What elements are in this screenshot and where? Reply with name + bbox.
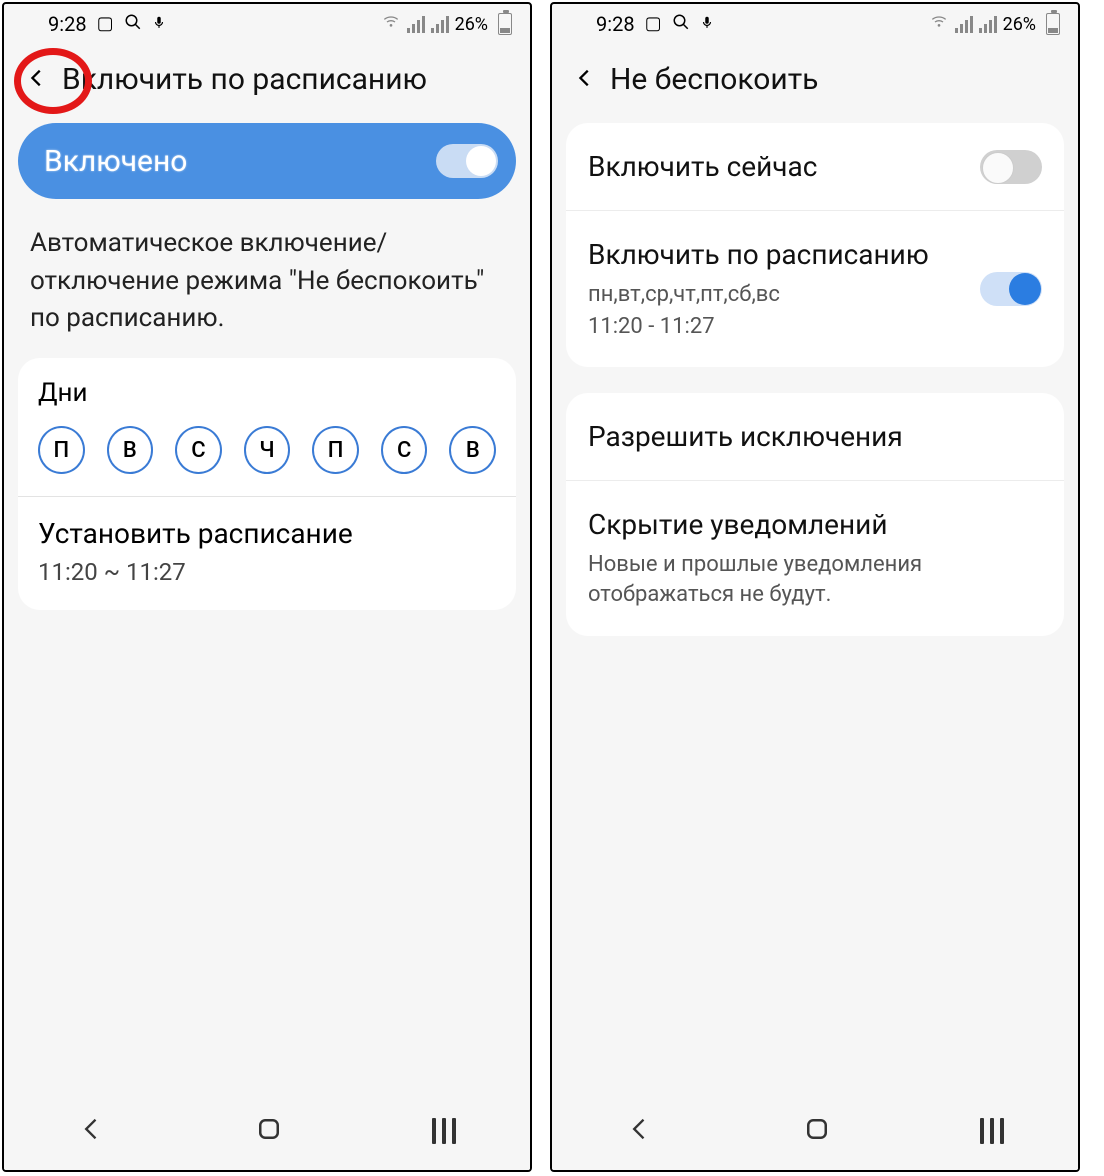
signal-icon: [407, 15, 425, 33]
status-time: 9:28: [596, 12, 635, 36]
days-label: Дни: [38, 378, 496, 408]
settings-card-2: Разрешить исключения Скрытие уведомлений…: [566, 393, 1064, 635]
nav-recents-button[interactable]: [432, 1118, 456, 1144]
battery-icon: [498, 13, 512, 35]
divider: [18, 496, 516, 497]
day-chip[interactable]: П: [312, 426, 359, 474]
row-sub-time: 11:20 - 11:27: [588, 312, 962, 342]
wifi-icon: [929, 14, 949, 34]
enabled-toggle-row[interactable]: Включено: [18, 123, 516, 199]
row-title: Включить по расписанию: [588, 237, 962, 272]
set-schedule-title[interactable]: Установить расписание: [38, 517, 496, 550]
app-header: Не беспокоить: [552, 44, 1078, 123]
row-sub: Новые и прошлые уведомления отображаться…: [588, 550, 1042, 609]
search-icon: [124, 13, 142, 35]
days-row: П В С Ч П С В: [38, 426, 496, 474]
day-chip[interactable]: С: [175, 426, 222, 474]
schedule-toggle[interactable]: [980, 272, 1042, 306]
status-bar: 9:28 ▢ 26%: [552, 4, 1078, 44]
nav-recents-button[interactable]: [980, 1118, 1004, 1144]
phone-left: 9:28 ▢ 26% Включить по расписанию Включе…: [2, 2, 532, 1172]
battery-pct: 26%: [1003, 14, 1036, 35]
row-hide-notifications[interactable]: Скрытие уведомлений Новые и прошлые увед…: [566, 480, 1064, 635]
day-chip[interactable]: С: [381, 426, 428, 474]
search-icon: [672, 13, 690, 35]
app-header: Включить по расписанию: [4, 44, 530, 123]
signal-icon-2: [431, 15, 449, 33]
row-title: Разрешить исключения: [588, 419, 1042, 454]
row-enable-schedule[interactable]: Включить по расписанию пн,вт,ср,чт,пт,сб…: [566, 210, 1064, 367]
nav-home-button[interactable]: [802, 1114, 832, 1148]
image-icon: ▢: [97, 15, 114, 33]
status-bar: 9:28 ▢ 26%: [4, 4, 530, 44]
day-chip[interactable]: Ч: [244, 426, 291, 474]
back-button[interactable]: [26, 62, 48, 97]
image-icon: ▢: [645, 15, 662, 33]
set-schedule-time: 11:20 ~ 11:27: [38, 558, 496, 586]
row-enable-now[interactable]: Включить сейчас: [566, 123, 1064, 210]
enable-now-toggle[interactable]: [980, 150, 1042, 184]
battery-pct: 26%: [455, 14, 488, 35]
nav-bar: [552, 1092, 1078, 1170]
mic-icon: [152, 13, 166, 35]
signal-icon: [955, 15, 973, 33]
page-title: Не беспокоить: [610, 62, 818, 97]
nav-bar: [4, 1092, 530, 1170]
day-chip[interactable]: П: [38, 426, 85, 474]
schedule-card: Дни П В С Ч П С В Установить расписание …: [18, 358, 516, 610]
row-title: Включить сейчас: [588, 149, 962, 184]
wifi-icon: [381, 14, 401, 34]
nav-back-button[interactable]: [78, 1115, 106, 1147]
mic-icon: [700, 13, 714, 35]
row-sub-days: пн,вт,ср,чт,пт,сб,вс: [588, 280, 962, 310]
enabled-label: Включено: [44, 144, 187, 179]
enabled-toggle[interactable]: [436, 144, 498, 178]
status-time: 9:28: [48, 12, 87, 36]
settings-card-1: Включить сейчас Включить по расписанию п…: [566, 123, 1064, 367]
day-chip[interactable]: В: [449, 426, 496, 474]
row-title: Скрытие уведомлений: [588, 507, 1042, 542]
battery-icon: [1046, 13, 1060, 35]
day-chip[interactable]: В: [107, 426, 154, 474]
nav-home-button[interactable]: [254, 1114, 284, 1148]
description-text: Автоматическое включение/отключение режи…: [4, 225, 530, 358]
page-title: Включить по расписанию: [62, 62, 427, 97]
signal-icon-2: [979, 15, 997, 33]
row-allow-exceptions[interactable]: Разрешить исключения: [566, 393, 1064, 480]
back-button[interactable]: [574, 62, 596, 97]
nav-back-button[interactable]: [626, 1115, 654, 1147]
phone-right: 9:28 ▢ 26% Не беспокоить Вкл: [550, 2, 1080, 1172]
